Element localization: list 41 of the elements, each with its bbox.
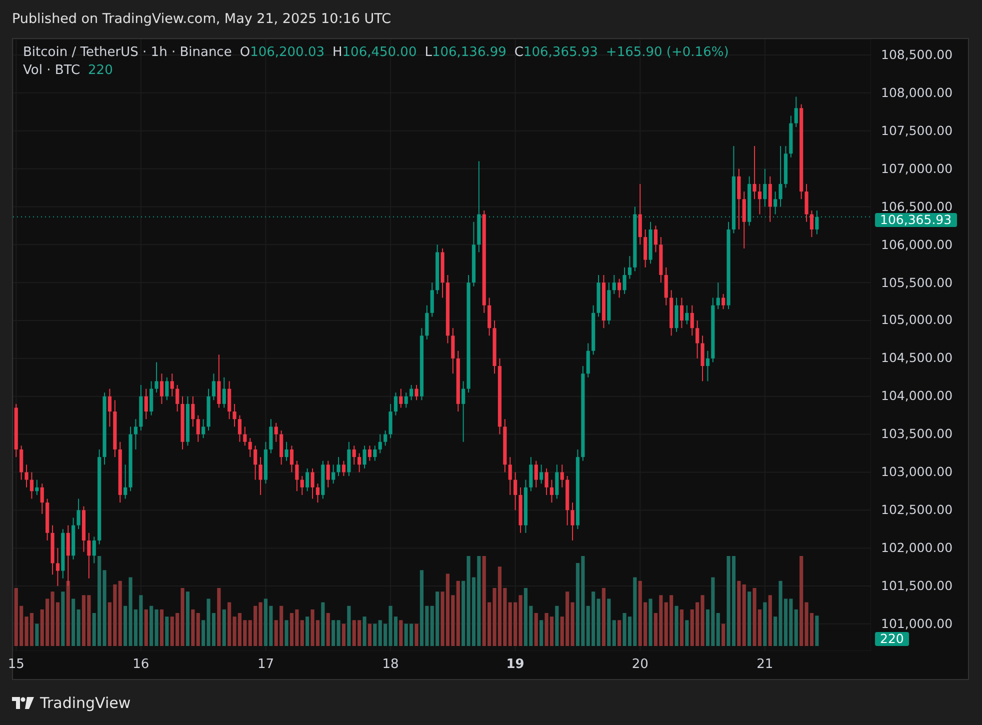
time-axis-label: 16 bbox=[132, 657, 150, 672]
price-change: +165.90 (+0.16%) bbox=[606, 45, 729, 60]
price-axis-label: 102,500.00 bbox=[881, 503, 953, 518]
price-axis-label: 101,500.00 bbox=[881, 578, 953, 593]
price-axis-label: 104,500.00 bbox=[881, 351, 953, 366]
price-axis-label: 108,500.00 bbox=[881, 48, 953, 62]
ohlc-label: L bbox=[424, 45, 432, 60]
current-price-badge: 106,365.93 bbox=[875, 212, 957, 227]
price-axis-label: 104,000.00 bbox=[881, 389, 953, 404]
volume-value: 220 bbox=[88, 63, 113, 78]
price-axis-label: 107,500.00 bbox=[881, 124, 953, 138]
time-axis-label: 15 bbox=[8, 657, 24, 672]
ohlc-label: O bbox=[240, 45, 250, 60]
logo-icon bbox=[12, 696, 34, 708]
price-axis-label: 107,000.00 bbox=[881, 162, 953, 176]
ohlc-value: 106,450.00 bbox=[342, 45, 417, 60]
price-axis-label: 105,000.00 bbox=[881, 313, 953, 328]
symbol-title: Bitcoin / TetherUS · 1h · Binance bbox=[23, 45, 232, 60]
volume-label: Vol · BTC bbox=[23, 63, 80, 78]
price-axis-label: 102,000.00 bbox=[881, 541, 953, 556]
ohlc-value: 106,136.99 bbox=[432, 45, 506, 60]
time-axis-label: 21 bbox=[756, 657, 774, 672]
time-axis-label: 20 bbox=[632, 657, 648, 672]
ohlc-value: 106,365.93 bbox=[523, 45, 598, 60]
price-axis-label: 106,500.00 bbox=[881, 200, 953, 214]
ohlc-label: C bbox=[514, 45, 524, 60]
price-axis-label: 106,000.00 bbox=[881, 238, 953, 252]
time-axis-label: 17 bbox=[257, 657, 274, 672]
price-axis-label: 103,000.00 bbox=[881, 465, 953, 480]
price-axis-label: 101,000.00 bbox=[881, 616, 953, 631]
price-axis-label: 103,500.00 bbox=[881, 427, 953, 442]
time-axis-label: 19 bbox=[506, 657, 524, 672]
price-axis-label: 105,500.00 bbox=[881, 276, 953, 290]
brand-name: TradingView bbox=[40, 694, 131, 712]
ohlc-label: H bbox=[332, 45, 342, 60]
time-axis-label: 18 bbox=[382, 657, 399, 672]
volume-badge: 220 bbox=[875, 632, 909, 646]
candle bbox=[14, 403, 18, 458]
ohlc-value: 106,200.03 bbox=[250, 45, 324, 60]
published-note: Published on TradingView.com, May 21, 2025 10:16 UTC bbox=[12, 11, 391, 27]
price-axis-label: 108,000.00 bbox=[881, 86, 953, 100]
